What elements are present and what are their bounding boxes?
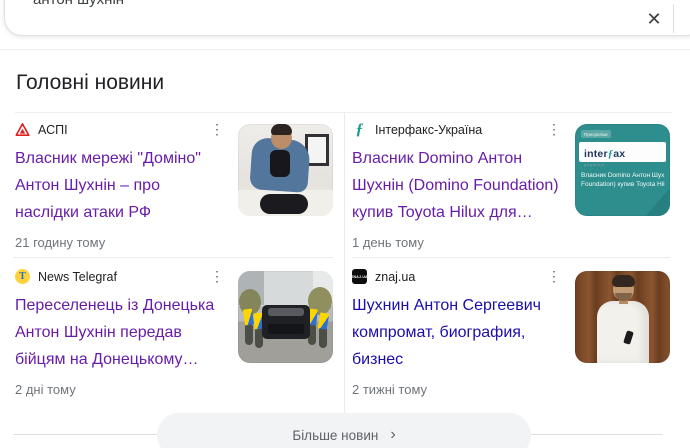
news-results-page: антон шухнін ✕ Головні новини АСПІ ⋮ Вла… — [0, 0, 690, 448]
source-name: Інтерфакс-Україна — [375, 123, 482, 137]
aspi-logo-icon — [15, 122, 30, 137]
article-thumbnail[interactable] — [238, 124, 333, 216]
thumbnail-art — [612, 275, 635, 287]
thumbnail-art — [271, 124, 292, 135]
article-title-link[interactable]: Власник Domino Антон Шухнін (Domino Foun… — [352, 145, 564, 226]
card-menu-icon[interactable]: ⋮ — [210, 268, 224, 285]
thumbnail-art — [245, 323, 253, 345]
article-timestamp: 1 день тому — [352, 235, 565, 250]
header-divider — [0, 49, 690, 50]
article-title-link[interactable]: Шухнин Антон Сергеевич компромат, биогра… — [352, 292, 564, 373]
article-title-link[interactable]: Власник мережі "Доміно" Антон Шухнін – п… — [15, 145, 227, 226]
news-card[interactable]: ZNAJ.UA znaj.ua ⋮ Шухнин Антон Сергеевич… — [352, 268, 670, 397]
thumbnail-art — [268, 324, 304, 334]
more-news-label: Більше новин — [292, 428, 378, 443]
thumbnail-art — [260, 194, 308, 214]
article-timestamp: 21 годину тому — [15, 235, 228, 250]
more-news-button[interactable]: Більше новин › — [157, 413, 531, 448]
clear-search-icon[interactable]: ✕ — [641, 6, 667, 32]
source-name: znaj.ua — [375, 270, 415, 284]
news-card[interactable]: T News Telegraf ⋮ Переселенець із Донець… — [15, 268, 333, 397]
thumbnail-art — [268, 308, 304, 316]
interfax-logo-icon: ƒ — [352, 122, 367, 137]
article-timestamp: 2 дні тому — [15, 382, 228, 397]
thumbnail-art — [597, 301, 649, 363]
card-menu-icon[interactable]: ⋮ — [210, 121, 224, 138]
thumbnail-caption: Власник Domino Антон Шух Foundation) куп… — [581, 171, 669, 189]
ukraine-flag-art — [318, 312, 330, 329]
news-card[interactable]: АСПІ ⋮ Власник мережі "Доміно" Антон Шух… — [15, 121, 333, 250]
search-input[interactable]: антон шухнін — [33, 0, 124, 8]
section-title: Головні новини — [16, 71, 164, 95]
article-thumbnail[interactable]: Пресрелізи interƒax україна Власник Domi… — [575, 124, 670, 216]
column-divider — [344, 113, 345, 413]
search-bar[interactable]: антон шухнін — [4, 0, 690, 36]
znaj-logo-icon: ZNAJ.UA — [352, 269, 367, 284]
news-card[interactable]: ƒ Інтерфакс-Україна ⋮ Власник Domino Ант… — [352, 121, 670, 250]
source-name: News Telegraf — [38, 270, 117, 284]
article-thumbnail[interactable] — [238, 271, 333, 363]
thumbnail-art — [656, 186, 670, 216]
card-menu-icon[interactable]: ⋮ — [547, 268, 561, 285]
row-divider — [352, 257, 670, 258]
thumbnail-art — [615, 293, 632, 301]
card-menu-icon[interactable]: ⋮ — [547, 121, 561, 138]
thumbnail-art — [270, 150, 290, 177]
interfax-wordmark: interƒax україна — [579, 142, 666, 162]
chevron-right-icon: › — [390, 427, 395, 443]
article-title-link[interactable]: Переселенець із Донецька Антон Шухнін пе… — [15, 292, 227, 373]
article-thumbnail[interactable] — [575, 271, 670, 363]
thumbnail-tag: Пресрелізи — [581, 130, 611, 138]
news-telegraf-logo-icon: T — [15, 269, 30, 284]
article-timestamp: 2 тижні тому — [352, 382, 565, 397]
source-name: АСПІ — [38, 123, 68, 137]
row-divider — [13, 257, 333, 258]
search-bar-separator — [673, 4, 674, 33]
